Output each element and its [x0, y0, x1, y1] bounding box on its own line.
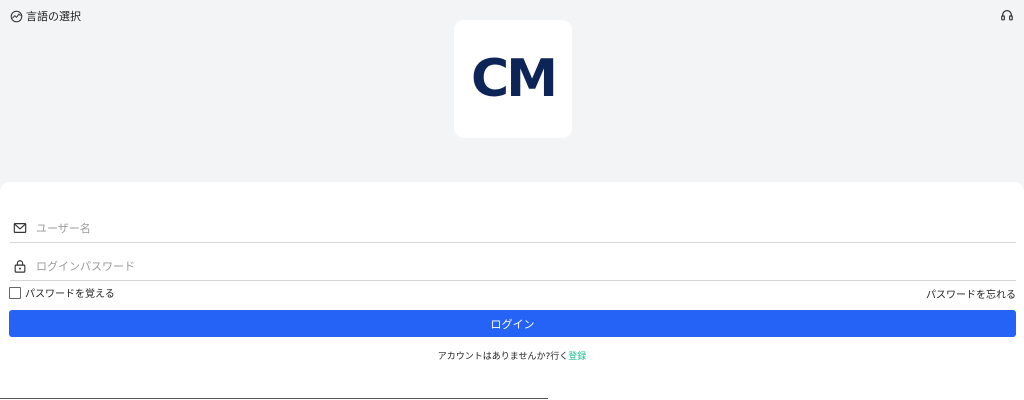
remember-label: パスワードを覚える: [25, 289, 115, 300]
username-input[interactable]: [34, 220, 1016, 236]
login-button[interactable]: ログイン: [9, 310, 1016, 337]
password-input[interactable]: [34, 258, 1016, 274]
signup-prompt: アカウントはありませんか?行く登録: [0, 349, 1024, 362]
language-selector[interactable]: 言語の選択: [10, 8, 81, 24]
app-logo: CM: [454, 20, 572, 138]
divider: [0, 398, 548, 399]
remember-password[interactable]: パスワードを覚える: [9, 285, 115, 300]
forgot-password-link[interactable]: パスワードを忘れる: [926, 286, 1016, 301]
mail-icon: [13, 223, 27, 233]
lock-icon: [14, 260, 26, 273]
globe-icon: [10, 10, 23, 22]
signup-link[interactable]: 登録: [568, 352, 586, 362]
headset-icon[interactable]: [1000, 8, 1014, 22]
signup-prompt-text: アカウントはありませんか?行く: [437, 352, 569, 362]
remember-checkbox[interactable]: [9, 286, 21, 299]
logo-text: CM: [471, 49, 558, 109]
password-field: [10, 252, 1016, 281]
username-field: [10, 214, 1016, 243]
language-label: 言語の選択: [26, 10, 81, 23]
